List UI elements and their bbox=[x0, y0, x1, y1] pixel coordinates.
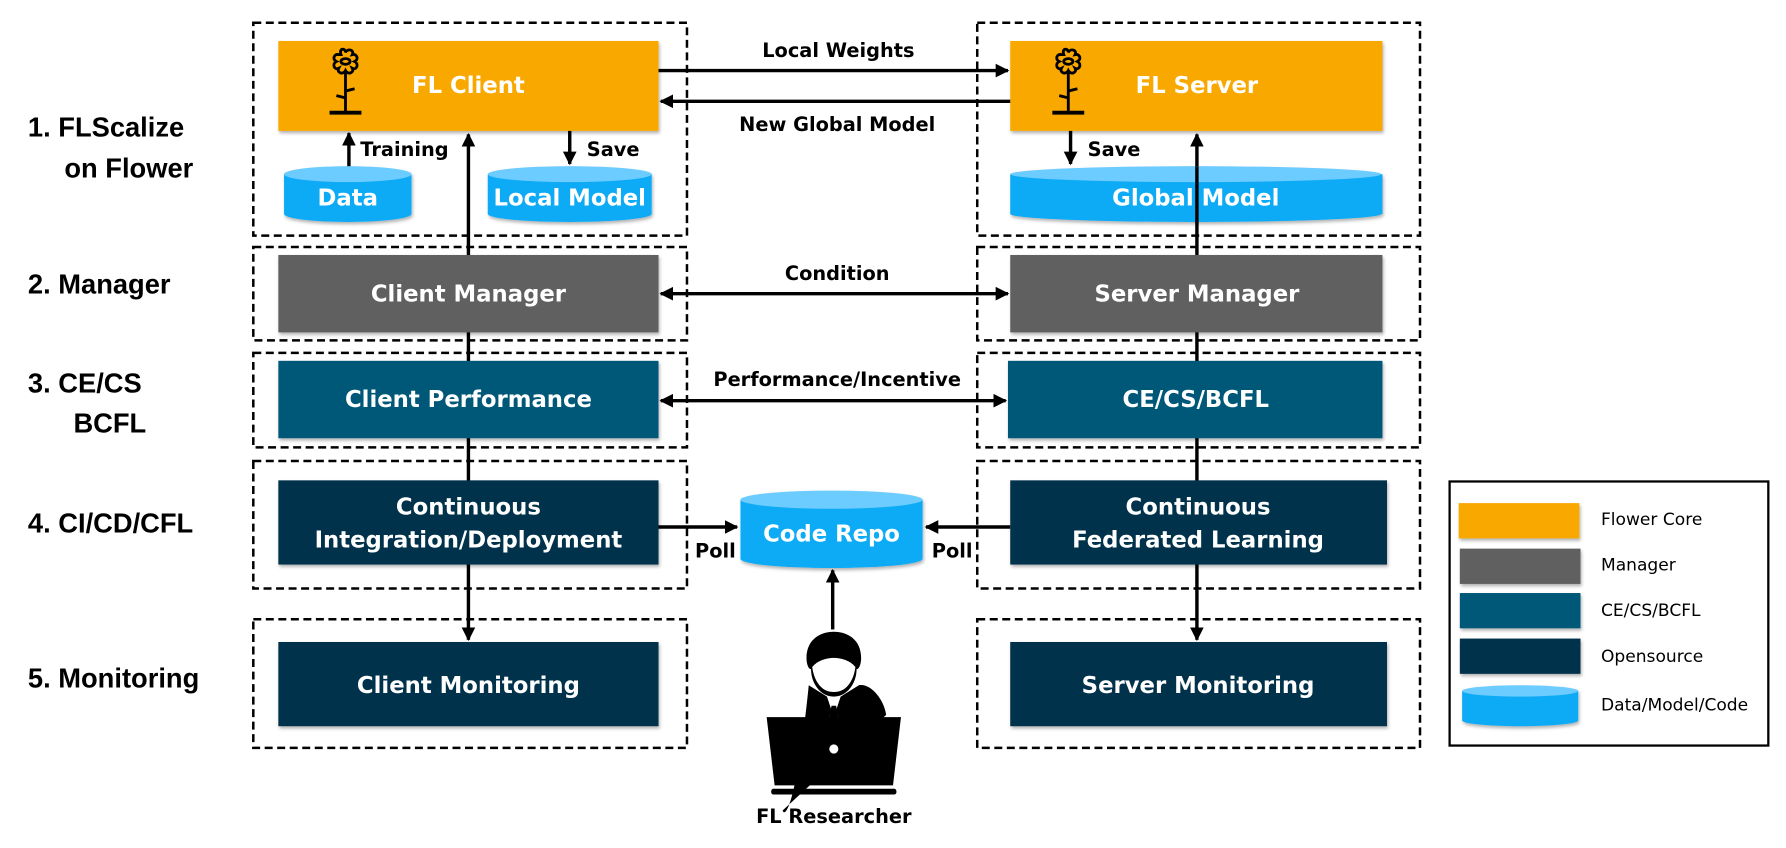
legend-label-manager: Manager bbox=[1601, 556, 1677, 576]
legend-swatch-flower-core bbox=[1458, 503, 1580, 539]
local-weights-label: Local Weights bbox=[762, 39, 914, 62]
layer-label-3: 3. CE/CS BCFL bbox=[28, 368, 146, 439]
legend-label-data-model-code: Data/Model/Code bbox=[1601, 696, 1748, 716]
legend-swatch-manager bbox=[1459, 548, 1581, 584]
client-monitoring-label: Client Monitoring bbox=[357, 673, 580, 699]
fl-client-label: FL Client bbox=[412, 73, 525, 99]
client-save-label: Save bbox=[587, 138, 640, 161]
global-model-label: Global Model bbox=[1112, 186, 1279, 212]
layer-label-5: 5. Monitoring bbox=[28, 663, 199, 694]
architecture-diagram: 1. FLScalize on Flower 2. Manager 3. CE/C… bbox=[28, 21, 1770, 828]
training-label: Training bbox=[360, 138, 448, 161]
ce-cs-bcfl-label: CE/CS/BCFL bbox=[1123, 387, 1269, 413]
performance-incentive-label: Performance/Incentive bbox=[713, 368, 961, 391]
legend-label-opensource: Opensource bbox=[1601, 647, 1703, 667]
researcher-label: FL Researcher bbox=[756, 805, 912, 828]
new-global-model-label: New Global Model bbox=[739, 113, 935, 136]
server-save-label: Save bbox=[1088, 138, 1141, 161]
client-performance-label: Client Performance bbox=[345, 387, 592, 413]
server-monitoring-label: Server Monitoring bbox=[1082, 673, 1315, 699]
poll-right-label: Poll bbox=[932, 540, 973, 563]
legend-swatch-opensource bbox=[1459, 638, 1581, 674]
legend-swatch-data-model-code bbox=[1462, 685, 1579, 727]
legend: Flower Core Manager CE/CS/BCFL Opensourc… bbox=[1448, 480, 1770, 747]
code-repo-label: Code Repo bbox=[763, 521, 900, 547]
person-laptop-icon bbox=[766, 631, 901, 813]
layer-label-2: 2. Manager bbox=[28, 269, 171, 300]
condition-label: Condition bbox=[785, 262, 890, 285]
legend-swatch-ce-cs-bcfl bbox=[1459, 593, 1581, 629]
layer-label-4: 4. CI/CD/CFL bbox=[28, 508, 193, 539]
fl-server-label: FL Server bbox=[1136, 73, 1259, 99]
layer-label-1: 1. FLScalize on Flower bbox=[28, 112, 194, 184]
client-manager-label: Client Manager bbox=[371, 281, 567, 307]
legend-label-ce-cs-bcfl: CE/CS/BCFL bbox=[1601, 601, 1701, 621]
data-label: Data bbox=[318, 186, 378, 212]
legend-label-flower-core: Flower Core bbox=[1601, 510, 1702, 530]
server-manager-label: Server Manager bbox=[1094, 281, 1300, 307]
local-model-label: Local Model bbox=[494, 186, 646, 212]
poll-left-label: Poll bbox=[695, 540, 736, 563]
